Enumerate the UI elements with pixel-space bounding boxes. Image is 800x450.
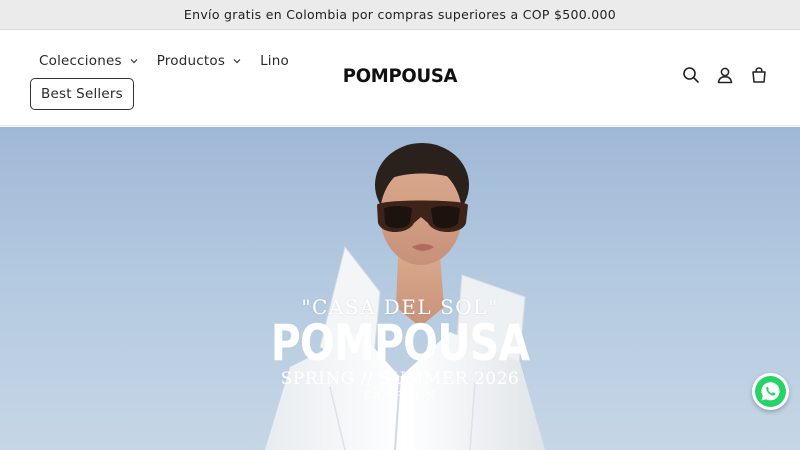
hero-banner[interactable]: "CASA DEL SOL" POMPOUSA SPRING // SUMMER… — [0, 127, 800, 450]
cart-icon[interactable] — [748, 64, 770, 86]
chevron-down-icon — [130, 59, 138, 64]
whatsapp-icon — [755, 376, 786, 407]
nav-label: Colecciones — [39, 53, 122, 69]
main-nav: Colecciones Productos Lino Best Sellers — [30, 46, 310, 110]
chevron-down-icon — [233, 59, 241, 64]
header-icons — [680, 64, 770, 86]
nav-item-collections[interactable]: Colecciones — [30, 53, 148, 69]
nav-label: Lino — [260, 53, 289, 69]
nav-item-products[interactable]: Productos — [148, 53, 251, 69]
whatsapp-button[interactable] — [752, 373, 789, 410]
account-icon[interactable] — [714, 64, 736, 86]
site-header: Colecciones Productos Lino Best Sellers … — [0, 30, 800, 126]
announcement-text: Envío gratis en Colombia por compras sup… — [183, 7, 617, 22]
hero-brand: POMPOUSA — [270, 314, 530, 372]
nav-label: Best Sellers — [41, 86, 123, 102]
nav-item-best-sellers[interactable]: Best Sellers — [30, 78, 134, 110]
search-icon[interactable] — [680, 64, 702, 86]
nav-item-linen[interactable]: Lino — [251, 53, 298, 69]
hero-season: SPRING // SUMMER 2026 — [280, 369, 520, 389]
hero-campaign: CAMPAIGN — [363, 389, 437, 402]
nav-label: Productos — [156, 53, 226, 69]
hero-text: "CASA DEL SOL" POMPOUSA SPRING // SUMMER… — [200, 295, 600, 402]
site-logo[interactable]: POMPOUSA — [305, 65, 495, 87]
announcement-bar: Envío gratis en Colombia por compras sup… — [0, 0, 800, 30]
